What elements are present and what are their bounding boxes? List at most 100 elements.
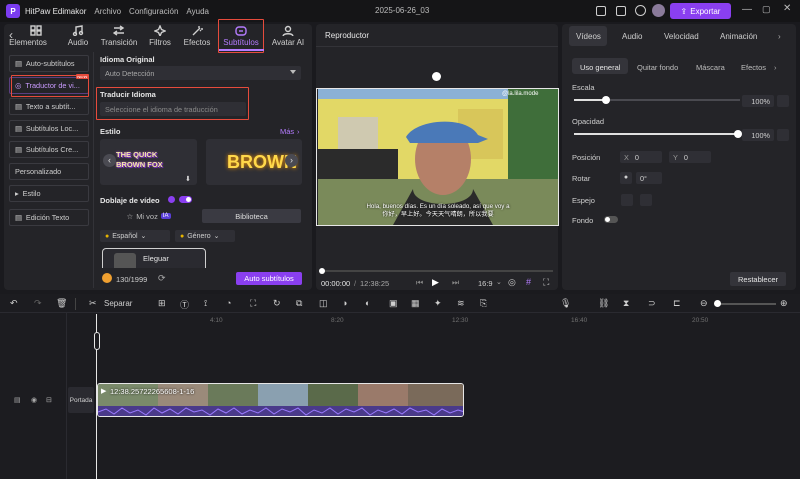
- resize-icon[interactable]: ⛶: [250, 298, 262, 310]
- adjust-icon[interactable]: ◑: [342, 298, 354, 310]
- video-clip[interactable]: 12:38.25722265608-1-16 ▶: [97, 383, 464, 417]
- tab-videos[interactable]: Vídeos: [576, 28, 601, 44]
- rotate-icon[interactable]: ↻: [273, 298, 285, 310]
- progress-knob[interactable]: [319, 268, 325, 274]
- snap-icon[interactable]: ⊏: [673, 298, 685, 310]
- magnet-icon[interactable]: ⊃: [648, 298, 660, 310]
- stepper-icon[interactable]: [777, 95, 789, 107]
- tab-audio-props[interactable]: Audio: [622, 28, 642, 44]
- text-icon[interactable]: Ⓣ: [180, 298, 192, 310]
- sidebar-item-estilo[interactable]: ▸ Estilo: [9, 185, 89, 202]
- subtab-uso-general[interactable]: Uso general: [580, 60, 620, 74]
- mosaic-icon[interactable]: ▦: [411, 298, 423, 310]
- scissors-icon[interactable]: ✂: [89, 298, 101, 310]
- aspect-ratio-select[interactable]: 16:9: [478, 279, 493, 288]
- monitor-icon[interactable]: [596, 6, 606, 16]
- freeze-icon[interactable]: ⧉: [296, 298, 308, 310]
- mask-icon[interactable]: ◐: [365, 298, 377, 310]
- rotate-handle-icon[interactable]: [432, 72, 441, 81]
- link-icon[interactable]: ⛓: [598, 298, 610, 310]
- biblioteca-tab[interactable]: Biblioteca: [202, 209, 301, 223]
- refresh-icon[interactable]: ⟳: [158, 273, 166, 284]
- playhead-handle[interactable]: [94, 332, 100, 350]
- delete-icon[interactable]: 🗑: [56, 298, 68, 310]
- slider-knob[interactable]: [602, 96, 610, 104]
- progress-bar[interactable]: [319, 268, 553, 274]
- auto-subtitulos-button[interactable]: Auto subtítulos: [236, 272, 302, 285]
- menu-archivo[interactable]: Archivo: [94, 7, 121, 16]
- download-icon[interactable]: ⬇: [185, 175, 191, 183]
- crop-icon[interactable]: ⊞: [158, 298, 170, 310]
- avatar[interactable]: [652, 4, 665, 17]
- microphone-icon[interactable]: 🎙: [560, 298, 572, 310]
- subtab-quitar-fondo[interactable]: Quitar fondo: [637, 60, 678, 74]
- minimize-icon[interactable]: —: [742, 4, 752, 15]
- zoom-slider[interactable]: [714, 300, 776, 307]
- opacidad-value[interactable]: 100%: [742, 129, 774, 141]
- opacidad-slider[interactable]: [574, 130, 742, 138]
- fade-icon[interactable]: ◫: [319, 298, 331, 310]
- denoise-icon[interactable]: ▣: [389, 298, 401, 310]
- menu-configuracion[interactable]: Configuración: [129, 7, 178, 16]
- fullscreen-icon[interactable]: ⛶: [543, 277, 549, 288]
- chevron-right-icon[interactable]: ›: [778, 28, 781, 44]
- mi-voz-tab[interactable]: ☆ Mi voz IA: [100, 209, 197, 223]
- language-dropdown[interactable]: ● Español ⌄: [100, 230, 170, 242]
- zoom-out-icon[interactable]: ⊖: [700, 298, 712, 310]
- rotar-field[interactable]: 0°: [636, 172, 662, 184]
- split-icon[interactable]: ⧗: [623, 298, 635, 310]
- escala-value[interactable]: 100%: [742, 95, 774, 107]
- grid-icon[interactable]: #: [526, 277, 531, 287]
- menu-ayuda[interactable]: Ayuda: [186, 7, 209, 16]
- lock-icon[interactable]: ⊟: [46, 396, 52, 404]
- sidebar-item-personalizado[interactable]: Personalizado: [9, 163, 89, 180]
- zoom-in-icon[interactable]: ⊕: [780, 298, 792, 310]
- cover-thumbnail[interactable]: Portada: [68, 387, 94, 413]
- pos-x-field[interactable]: X0: [620, 151, 662, 163]
- tab-avatar-ai[interactable]: Avatar AI: [266, 24, 310, 48]
- chevron-right-icon[interactable]: ›: [774, 60, 777, 74]
- prev-frame-icon[interactable]: ⏮: [416, 278, 423, 288]
- next-frame-icon[interactable]: ⏭: [452, 278, 459, 288]
- refresh-icon[interactable]: [635, 5, 646, 16]
- eye-icon[interactable]: ◉: [31, 396, 37, 404]
- slider-knob[interactable]: [734, 130, 742, 138]
- doblaje-toggle[interactable]: [179, 196, 192, 203]
- slider-knob[interactable]: [714, 300, 721, 307]
- restablecer-button[interactable]: Restablecer: [730, 272, 786, 286]
- flip-vertical-icon[interactable]: [640, 194, 652, 206]
- play-icon[interactable]: ▶: [432, 277, 439, 288]
- export-frame-icon[interactable]: ⎘: [480, 298, 492, 310]
- chevron-left-icon[interactable]: ‹: [103, 154, 116, 167]
- trim-icon[interactable]: ⟟: [204, 298, 216, 310]
- flip-horizontal-icon[interactable]: [621, 194, 633, 206]
- stepper-icon[interactable]: [777, 129, 789, 141]
- sidebar-item-subtitulos-creativos[interactable]: ▤ Subtítulos Cre...: [9, 141, 89, 158]
- tab-efectos[interactable]: Efectos: [175, 24, 219, 48]
- genero-dropdown[interactable]: ● Género ⌄: [175, 230, 235, 242]
- voice-card[interactable]: Eleguar: [102, 248, 206, 271]
- chevron-right-icon[interactable]: ›: [285, 154, 298, 167]
- rotate-icon[interactable]: ●: [620, 172, 632, 184]
- camera-icon[interactable]: ◎: [508, 277, 516, 288]
- mas-link[interactable]: Más: [280, 127, 294, 136]
- message-icon[interactable]: [616, 6, 626, 16]
- maximize-icon[interactable]: ▢: [762, 4, 771, 15]
- subtab-mascara[interactable]: Máscara: [696, 60, 725, 74]
- export-button[interactable]: ⇪ Exportar: [670, 3, 731, 19]
- redo-icon[interactable]: ↷: [34, 298, 46, 310]
- separar-button[interactable]: Separar: [104, 299, 132, 308]
- sidebar-item-subtitulos-locales[interactable]: ▤ Subtítulos Loc...: [9, 120, 89, 137]
- subtab-efectos[interactable]: Efectos: [741, 60, 766, 74]
- chart-icon[interactable]: ≋: [457, 298, 469, 310]
- ai-icon[interactable]: ✦: [434, 298, 446, 310]
- sidebar-item-auto-subtitulos[interactable]: ▤ Auto-subtítulos: [9, 55, 89, 72]
- undo-icon[interactable]: ↶: [10, 298, 22, 310]
- sidebar-item-texto-subtitulo[interactable]: ▤ Texto a subtít...: [9, 98, 89, 115]
- idioma-original-select[interactable]: Auto Detección: [100, 66, 301, 80]
- tab-transicion[interactable]: Transición: [97, 24, 141, 48]
- fondo-toggle[interactable]: [604, 216, 618, 223]
- sidebar-item-edicion-texto[interactable]: ▤ Edición Texto: [9, 209, 89, 226]
- tab-velocidad[interactable]: Velocidad: [664, 28, 699, 44]
- tab-audio[interactable]: Audio: [56, 24, 100, 48]
